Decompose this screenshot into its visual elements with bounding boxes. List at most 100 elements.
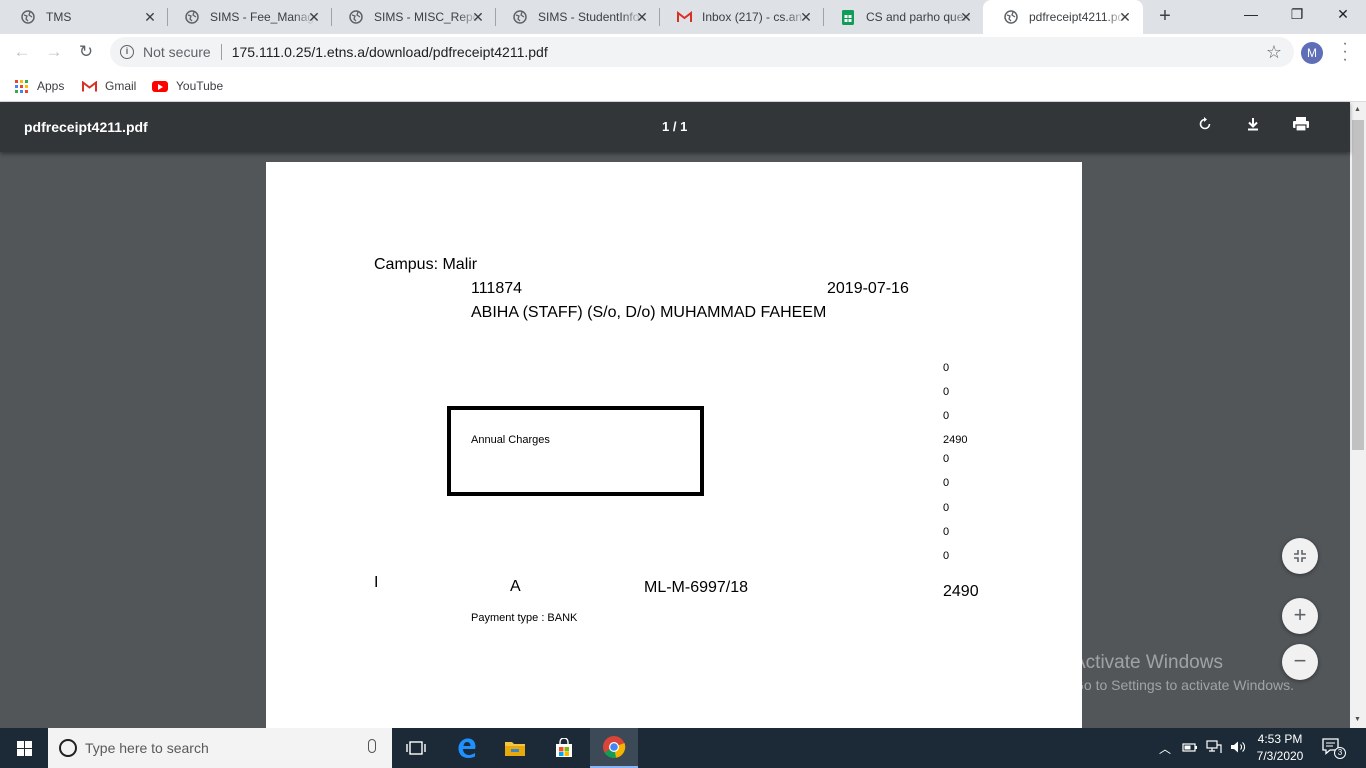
amount-value: 0 — [943, 410, 950, 422]
microphone-icon[interactable] — [368, 739, 376, 753]
registration-number: ML-M-6997/18 — [644, 579, 749, 596]
total-amount: 2490 — [943, 583, 979, 600]
tab-tms[interactable]: TMS ✕ — [0, 0, 168, 34]
scrollbar-thumb[interactable] — [1352, 120, 1364, 450]
amount-value: 0 — [943, 362, 950, 374]
receipt-id: 111874 — [471, 280, 523, 297]
tab-strip: TMS ✕ SIMS - Fee_Management ✕ SIMS - MIS… — [0, 0, 1366, 34]
edge-icon[interactable] — [443, 728, 491, 768]
scroll-down-arrow-icon[interactable]: ▼ — [1354, 716, 1361, 723]
maximize-button[interactable]: ❐ — [1274, 0, 1320, 30]
close-icon[interactable]: ✕ — [142, 9, 158, 25]
globe-icon — [512, 9, 528, 25]
globe-icon — [1003, 9, 1019, 25]
action-center-icon[interactable]: 3 — [1322, 738, 1346, 759]
globe-icon — [20, 9, 36, 25]
amount-value: 0 — [943, 502, 950, 514]
menu-kebab-icon[interactable]: · · · — [1340, 36, 1350, 68]
tab-inbox[interactable]: Inbox (217) - cs.an ✕ — [656, 0, 824, 34]
student-name: ABIHA (STAFF) (S/o, D/o) MUHAMMAD FAHEEM — [471, 304, 827, 321]
task-view-icon[interactable] — [392, 728, 440, 768]
tab-sheets[interactable]: CS and parho queries ✕ — [820, 0, 984, 34]
rotate-icon[interactable] — [1193, 115, 1217, 139]
pdf-page: Campus: Malir 111874 2019-07-16 ABIHA (S… — [266, 162, 1082, 728]
network-icon[interactable] — [1206, 739, 1222, 757]
tab-label: Inbox (217) - cs.an — [702, 10, 803, 24]
charge-label: Annual Charges — [471, 434, 550, 446]
sheets-icon — [840, 9, 856, 25]
tab-sims-misc[interactable]: SIMS - MISC_Reports ✕ — [328, 0, 496, 34]
close-icon[interactable]: ✕ — [306, 9, 322, 25]
tab-sims-fee[interactable]: SIMS - Fee_Management ✕ — [164, 0, 332, 34]
close-icon[interactable]: ✕ — [470, 9, 486, 25]
class-value: I — [374, 574, 379, 591]
print-icon[interactable] — [1289, 115, 1313, 139]
tab-label: pdfreceipt4211.pdf — [1029, 10, 1125, 24]
amount-value: 0 — [943, 526, 950, 538]
browser-toolbar: ← → ↻ i Not secure 175.111.0.25/1.etns.a… — [0, 34, 1366, 71]
tab-label: SIMS - MISC_Reports — [374, 10, 479, 24]
taskbar-clock[interactable]: 4:53 PM 7/3/2020 — [1252, 731, 1308, 765]
zoom-out-button[interactable]: − — [1282, 644, 1318, 680]
start-button[interactable] — [0, 728, 48, 768]
tab-sims-student[interactable]: SIMS - StudentInfo ✕ — [492, 0, 660, 34]
tab-pdfreceipt[interactable]: pdfreceipt4211.pdf ✕ — [983, 0, 1143, 34]
close-icon[interactable]: ✕ — [798, 9, 814, 25]
back-arrow-icon[interactable]: ← — [12, 42, 32, 62]
address-bar[interactable]: i Not secure 175.111.0.25/1.etns.a/downl… — [110, 37, 1294, 67]
watermark-title: Activate Windows — [1073, 652, 1223, 673]
windows-taskbar: Type here to search ︿ 4:53 PM 7/3/2020 3 — [0, 728, 1366, 768]
close-icon[interactable]: ✕ — [634, 9, 650, 25]
pdf-title: pdfreceipt4211.pdf — [24, 119, 148, 135]
notification-count: 3 — [1334, 747, 1346, 759]
file-explorer-icon[interactable] — [491, 728, 539, 768]
vertical-scrollbar[interactable]: ▲ ▼ — [1350, 102, 1366, 728]
bookmark-star-icon[interactable]: ☆ — [1266, 42, 1282, 62]
battery-icon[interactable] — [1182, 741, 1198, 756]
chrome-icon[interactable] — [590, 728, 638, 768]
search-placeholder: Type here to search — [85, 740, 209, 756]
payment-type: Payment type : BANK — [471, 612, 578, 624]
bookmark-youtube[interactable]: YouTube — [152, 77, 223, 95]
zoom-in-button[interactable]: + — [1282, 598, 1318, 634]
globe-icon — [348, 9, 364, 25]
tab-label: CS and parho queries — [866, 10, 971, 24]
amount-value: 0 — [943, 477, 950, 489]
windows-logo-icon — [16, 740, 32, 756]
amount-value: 2490 — [943, 434, 968, 446]
tab-label: SIMS - StudentInfo — [538, 10, 640, 24]
bookmark-apps[interactable]: Apps — [15, 77, 64, 95]
taskbar-search[interactable]: Type here to search — [48, 728, 392, 768]
show-hidden-icons-chevron-icon[interactable]: ︿ — [1158, 740, 1172, 757]
reload-icon[interactable]: ↻ — [76, 42, 96, 62]
close-icon[interactable]: ✕ — [958, 9, 974, 25]
download-icon[interactable] — [1241, 115, 1265, 139]
clock-time: 4:53 PM — [1257, 732, 1303, 746]
bookmarks-bar: Apps Gmail YouTube — [0, 71, 1366, 102]
gmail-icon — [82, 80, 97, 91]
pdf-toolbar: pdfreceipt4211.pdf 1 / 1 — [0, 102, 1350, 152]
bookmark-label: Apps — [37, 79, 65, 93]
tab-label: TMS — [46, 10, 72, 24]
fit-page-button[interactable] — [1282, 538, 1318, 574]
info-icon[interactable]: i — [120, 45, 134, 59]
section-value: A — [510, 578, 521, 595]
security-label: Not secure — [143, 44, 211, 60]
volume-icon[interactable] — [1230, 740, 1246, 757]
bookmark-label: YouTube — [176, 79, 224, 93]
scroll-up-arrow-icon[interactable]: ▲ — [1354, 106, 1361, 113]
new-tab-button[interactable]: + — [1154, 6, 1176, 28]
pdf-document-area[interactable]: Campus: Malir 111874 2019-07-16 ABIHA (S… — [0, 152, 1350, 728]
forward-arrow-icon[interactable]: → — [44, 42, 64, 62]
url-text[interactable]: 175.111.0.25/1.etns.a/download/pdfreceip… — [232, 44, 548, 60]
profile-avatar[interactable]: M — [1301, 42, 1323, 64]
receipt-date: 2019-07-16 — [827, 280, 909, 297]
store-icon[interactable] — [540, 728, 588, 768]
page-indicator: 1 / 1 — [662, 119, 688, 134]
close-icon[interactable]: ✕ — [1117, 9, 1133, 25]
minimize-button[interactable]: — — [1228, 0, 1274, 30]
window-close-button[interactable]: ✕ — [1320, 0, 1366, 30]
search-icon — [59, 739, 77, 757]
bookmark-gmail[interactable]: Gmail — [82, 77, 136, 95]
amount-value: 0 — [943, 453, 950, 465]
